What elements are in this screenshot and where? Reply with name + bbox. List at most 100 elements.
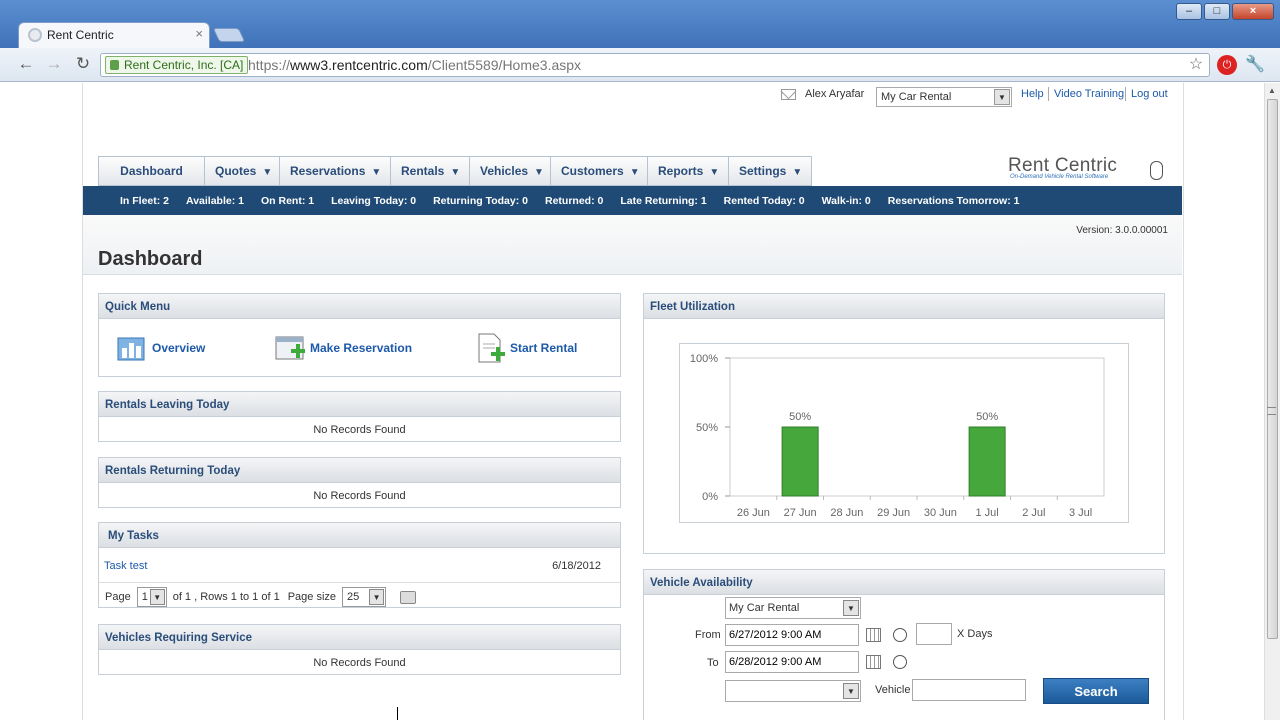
panel-title: Vehicles Requiring Service <box>99 625 620 650</box>
minimize-button[interactable]: – <box>1176 3 1202 20</box>
document-add-icon <box>475 332 507 364</box>
empty-message: No Records Found <box>313 424 406 436</box>
url-path: /Client5589/Home3.aspx <box>427 57 582 73</box>
address-bar[interactable]: Rent Centric, Inc. [CA] https://www3.ren… <box>100 53 1210 77</box>
bar-data-label: 50% <box>976 411 998 423</box>
page-size-label: Page size <box>287 591 337 603</box>
scrollbar-grip-icon <box>1267 407 1276 415</box>
logo-tagline: On-Demand Vehicle Rental Software <box>1010 174 1109 180</box>
page-title: Dashboard <box>98 248 203 270</box>
panel-title: Vehicle Availability <box>644 570 1164 595</box>
caret-down-icon: ▼ <box>792 167 803 178</box>
window-close-button[interactable]: × <box>1232 3 1274 20</box>
x-tick-label: 29 Jun <box>877 507 910 519</box>
clock-icon[interactable] <box>893 628 907 642</box>
chevron-down-icon[interactable]: ▼ <box>843 683 859 699</box>
maximize-button[interactable]: □ <box>1204 3 1230 20</box>
status-available[interactable]: Available: 1 <box>186 195 244 207</box>
vehicle-input[interactable] <box>912 679 1026 701</box>
caret-down-icon: ▼ <box>629 167 640 178</box>
help-link[interactable]: Help <box>1021 88 1044 100</box>
extension-stop-icon[interactable]: ⏻ <box>1217 55 1237 75</box>
status-reservations-tomorrow[interactable]: Reservations Tomorrow: 1 <box>888 195 1020 207</box>
divider <box>99 582 620 583</box>
nav-settings[interactable]: Settings ▼ <box>728 156 812 186</box>
nav-vehicles[interactable]: Vehicles ▼ <box>469 156 550 186</box>
nav-quotes[interactable]: Quotes ▼ <box>204 156 279 186</box>
calendar-icon[interactable] <box>866 628 881 642</box>
qm-label: Make Reservation <box>310 341 413 355</box>
status-returning-today[interactable]: Returning Today: 0 <box>433 195 528 207</box>
location-select[interactable]: My Car Rental ▼ <box>876 87 1012 107</box>
nav-reservations[interactable]: Reservations ▼ <box>279 156 390 186</box>
to-date-input[interactable] <box>725 651 859 673</box>
back-arrow-icon[interactable]: ← <box>15 54 37 76</box>
new-tab-button[interactable] <box>212 28 246 42</box>
task-pager: Page 1 ▼ of 1 , Rows 1 to 1 of 1 Page siz… <box>105 587 417 607</box>
nav-label: Dashboard <box>120 164 183 178</box>
status-leaving-today[interactable]: Leaving Today: 0 <box>331 195 416 207</box>
video-training-link[interactable]: Video Training <box>1054 88 1124 100</box>
mouse-logo-icon <box>1150 161 1163 180</box>
status-on-rent[interactable]: On Rent: 1 <box>261 195 314 207</box>
status-walk-in[interactable]: Walk-in: 0 <box>822 195 871 207</box>
fleet-utilization-chart: 100% 50% 0% 26 Jun 27 Jun 50% 28 Jun 29 Jun 30 J… <box>690 353 1105 519</box>
overview-link[interactable]: Overview <box>117 332 205 364</box>
search-button[interactable]: Search <box>1043 678 1149 704</box>
qm-label: Overview <box>152 341 206 355</box>
panel-title: Fleet Utilization <box>644 294 1164 319</box>
days-input[interactable] <box>916 623 952 645</box>
calendar-icon[interactable] <box>866 655 881 669</box>
reload-icon[interactable]: ↻ <box>72 54 94 76</box>
version-text: Version: 3.0.0.00001 <box>1076 225 1168 236</box>
status-in-fleet[interactable]: In Fleet: 2 <box>120 195 169 207</box>
make-reservation-link[interactable]: Make Reservation <box>275 332 412 364</box>
from-date-input[interactable] <box>725 624 859 646</box>
vehicle-type-select[interactable]: ▼ <box>725 680 861 702</box>
status-returned[interactable]: Returned: 0 <box>545 195 603 207</box>
page-scrollbar[interactable]: ▲ <box>1264 83 1280 720</box>
nav-dashboard[interactable]: Dashboard <box>98 156 204 186</box>
print-icon[interactable] <box>400 590 417 604</box>
forward-arrow-icon[interactable]: → <box>43 54 65 76</box>
caret-down-icon: ▼ <box>262 167 273 178</box>
caret-down-icon: ▼ <box>534 167 544 178</box>
bookmark-star-icon[interactable]: ☆ <box>1186 55 1206 75</box>
page-favicon-icon <box>28 28 42 42</box>
scrollbar-thumb[interactable] <box>1267 99 1278 639</box>
link-separator <box>1125 87 1126 101</box>
chevron-down-icon[interactable]: ▼ <box>843 600 859 616</box>
page-size-select[interactable]: 25 ▼ <box>342 587 387 607</box>
status-rented-today[interactable]: Rented Today: 0 <box>724 195 805 207</box>
start-rental-link[interactable]: Start Rental <box>475 332 577 364</box>
nav-customers[interactable]: Customers ▼ <box>550 156 647 186</box>
wrench-menu-icon[interactable]: 🔧 <box>1245 55 1265 75</box>
mail-icon[interactable] <box>781 89 796 100</box>
clock-icon[interactable] <box>893 655 907 669</box>
x-tick-label: 3 Jul <box>1069 507 1092 519</box>
availability-location-value: My Car Rental <box>729 602 800 614</box>
nav-reports[interactable]: Reports ▼ <box>647 156 728 186</box>
task-date: 6/18/2012 <box>552 560 601 572</box>
nav-label: Settings <box>739 164 787 178</box>
page-select[interactable]: 1 ▼ <box>136 587 167 607</box>
empty-message: No Records Found <box>313 490 406 502</box>
close-tab-icon[interactable]: × <box>195 26 203 41</box>
chevron-down-icon[interactable]: ▼ <box>994 89 1010 105</box>
ev-certificate-badge[interactable]: Rent Centric, Inc. [CA] <box>105 56 249 74</box>
page-border-right <box>1183 83 1184 720</box>
calendar-add-icon <box>275 332 307 364</box>
status-late-returning[interactable]: Late Returning: 1 <box>620 195 706 207</box>
x-tick-label: 26 Jun <box>737 507 770 519</box>
x-tick-label: 28 Jun <box>830 507 863 519</box>
logout-link[interactable]: Log out <box>1131 88 1168 100</box>
chevron-down-icon[interactable]: ▼ <box>369 589 385 605</box>
chevron-down-icon[interactable]: ▼ <box>149 589 165 605</box>
browser-tab[interactable]: Rent Centric × <box>18 22 210 48</box>
nav-rentals[interactable]: Rentals ▼ <box>390 156 469 186</box>
availability-location-select[interactable]: My Car Rental ▼ <box>725 597 861 619</box>
task-link[interactable]: Task test <box>104 560 147 572</box>
caret-down-icon: ▼ <box>371 167 382 178</box>
ev-label: Rent Centric, Inc. [CA] <box>124 58 244 72</box>
scroll-up-arrow-icon[interactable]: ▲ <box>1268 86 1276 95</box>
